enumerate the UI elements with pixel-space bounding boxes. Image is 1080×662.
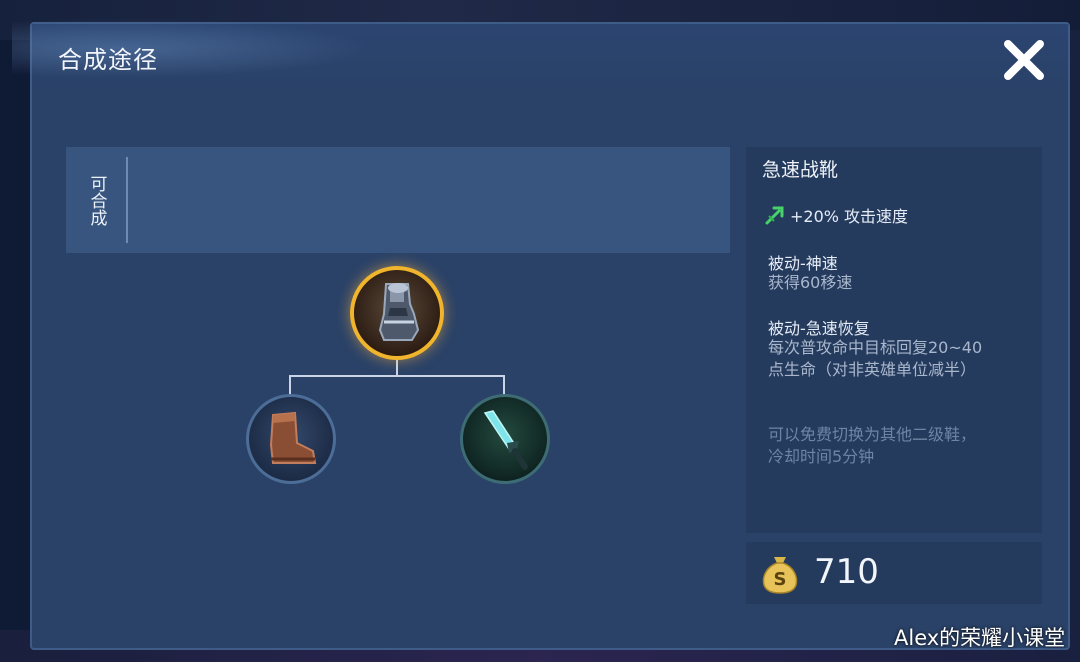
tree-connector-right	[503, 375, 505, 395]
boots-armored-icon	[378, 283, 420, 341]
item-name: 急速战靴	[762, 159, 839, 181]
money-bag-icon: S	[762, 557, 798, 594]
component-item-dagger[interactable]	[460, 394, 550, 484]
tree-connector-horizontal	[289, 375, 505, 377]
price-box: S 710	[746, 542, 1042, 604]
result-item-boots[interactable]	[350, 266, 444, 360]
craftable-items-bar: 可合成	[66, 147, 730, 253]
dialog-header: 合成途径	[12, 18, 1068, 92]
close-button[interactable]	[996, 32, 1052, 88]
passive-2-desc-line-2: 点生命（对非英雄单位减半）	[768, 360, 977, 379]
watermark: Alex的荣耀小课堂	[894, 626, 1066, 650]
price-value: 710	[814, 552, 879, 592]
passive-2-desc-line-1: 每次普攻命中目标回复20~40	[768, 338, 983, 357]
close-icon	[1004, 40, 1044, 80]
passive-1-title: 被动-神速	[768, 254, 838, 273]
craftable-label: 可合成	[86, 174, 107, 226]
swap-note-line-2: 冷却时间5分钟	[768, 447, 875, 466]
passive-1-desc: 获得60移速	[768, 273, 853, 292]
swap-note-line-1: 可以免费切换为其他二级鞋，	[768, 425, 977, 444]
svg-text:S: S	[774, 569, 787, 590]
component-item-leather-boots[interactable]	[246, 394, 336, 484]
swap-note: 可以免费切换为其他二级鞋， 冷却时间5分钟	[768, 424, 1038, 468]
tree-connector-vertical	[396, 360, 398, 376]
dagger-icon	[483, 410, 528, 470]
craftable-divider	[126, 157, 128, 243]
passive-2-title: 被动-急速恢复	[768, 319, 870, 338]
leather-boots-icon	[269, 411, 317, 464]
stat-text: +20% 攻击速度	[790, 207, 909, 226]
stat-row: +20% 攻击速度	[764, 203, 908, 227]
item-detail-panel: 急速战靴 +20% 攻击速度 被动-神速 获得60移速 被动-急速恢复 每次普攻…	[746, 147, 1042, 533]
attack-speed-icon	[765, 206, 784, 225]
dialog-title: 合成途径	[58, 46, 158, 74]
tree-connector-left	[289, 375, 291, 395]
crafting-path-dialog: 合成途径 可合成 急速战靴 +20% 攻击速度 被动-神速 获得60移速 被动-…	[12, 18, 1070, 650]
